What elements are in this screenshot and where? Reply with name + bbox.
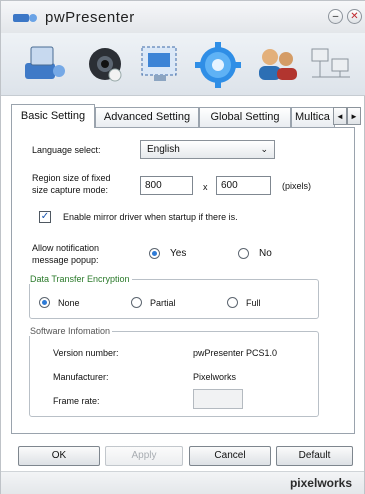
close-button[interactable]: ✕	[347, 9, 362, 24]
language-label: Language select:	[32, 145, 101, 155]
window-title: pwPresenter	[45, 9, 135, 26]
app-window: pwPresenter – ✕ Basic Setting Advanced S…	[0, 0, 365, 494]
notification-label-line2: message popup:	[32, 255, 99, 265]
region-width-input[interactable]: 800	[140, 176, 193, 195]
mirror-driver-checkbox[interactable]: ✓	[39, 211, 51, 223]
tab-basic-setting[interactable]: Basic Setting	[11, 104, 95, 128]
brand-logo: pixelworks	[289, 476, 352, 490]
region-label-line1: Region size of fixed	[32, 173, 111, 183]
tab-multicast[interactable]: Multica	[291, 107, 335, 127]
region-units-label: (pixels)	[282, 181, 312, 191]
frame-rate-label: Frame rate:	[53, 396, 100, 406]
settings-tool-button[interactable]	[193, 41, 241, 88]
users-tool-button[interactable]	[253, 41, 301, 87]
footer-bar: pixelworks	[1, 471, 364, 494]
notification-yes-label: Yes	[170, 248, 187, 259]
title-bar: pwPresenter – ✕	[1, 1, 365, 34]
notification-no-label: No	[259, 248, 272, 259]
camera-icon	[89, 48, 122, 82]
encryption-full-radio[interactable]	[227, 297, 238, 308]
presenter-icon	[25, 46, 65, 79]
mirror-driver-label: Enable mirror driver when startup if the…	[63, 212, 238, 222]
encryption-group-title: Data Transfer Encryption	[28, 274, 132, 284]
encryption-group: Data Transfer Encryption None Partial Fu…	[28, 274, 319, 319]
tab-scroll-left-button[interactable]: ◄	[333, 107, 347, 125]
app-logo-icon	[13, 14, 37, 22]
encryption-full-label: Full	[246, 298, 261, 308]
apply-button[interactable]: Apply	[105, 446, 183, 466]
manufacturer-value: Pixelworks	[193, 372, 237, 382]
ok-button[interactable]: OK	[18, 446, 100, 466]
language-select[interactable]: English ⌄	[140, 140, 275, 159]
manufacturer-label: Manufacturer:	[53, 372, 109, 382]
network-tool-button[interactable]	[306, 41, 354, 87]
camera-tool-button[interactable]	[81, 41, 129, 87]
main-toolbar	[1, 33, 365, 96]
region-size-separator: x	[203, 182, 208, 192]
cancel-button[interactable]: Cancel	[189, 446, 271, 466]
users-icon	[259, 49, 297, 80]
notification-yes-radio[interactable]	[149, 248, 160, 259]
language-value: English	[147, 144, 180, 155]
minimize-button[interactable]: –	[328, 9, 343, 24]
settings-tabs: Basic Setting Advanced Setting Global Se…	[11, 104, 361, 128]
notification-label-line1: Allow notification	[32, 243, 100, 253]
tab-scroll-right-button[interactable]: ►	[347, 107, 361, 125]
screen-capture-tool-button[interactable]	[136, 41, 184, 87]
default-button[interactable]: Default	[276, 446, 353, 466]
encryption-partial-radio[interactable]	[131, 297, 142, 308]
settings-gear-icon	[195, 42, 241, 88]
version-value: pwPresenter PCS1.0	[193, 348, 278, 358]
encryption-none-label: None	[58, 298, 80, 308]
network-icon	[311, 48, 350, 78]
notification-no-radio[interactable]	[238, 248, 249, 259]
tab-advanced-setting[interactable]: Advanced Setting	[95, 107, 199, 127]
software-info-title: Software Infomation	[28, 326, 113, 336]
version-label: Version number:	[53, 348, 119, 358]
region-label-line2: size capture mode:	[32, 185, 109, 195]
software-info-group: Software Infomation Version number: pwPr…	[28, 326, 319, 417]
screen-capture-icon	[141, 46, 177, 81]
frame-rate-field	[193, 389, 243, 409]
basic-setting-panel: Language select: English ⌄ Region size o…	[11, 127, 355, 434]
region-height-input[interactable]: 600	[216, 176, 271, 195]
encryption-none-radio[interactable]	[39, 297, 50, 308]
presenter-tool-button[interactable]	[21, 41, 69, 87]
encryption-partial-label: Partial	[150, 298, 176, 308]
tab-global-setting[interactable]: Global Setting	[199, 107, 291, 127]
chevron-down-icon: ⌄	[260, 144, 268, 154]
